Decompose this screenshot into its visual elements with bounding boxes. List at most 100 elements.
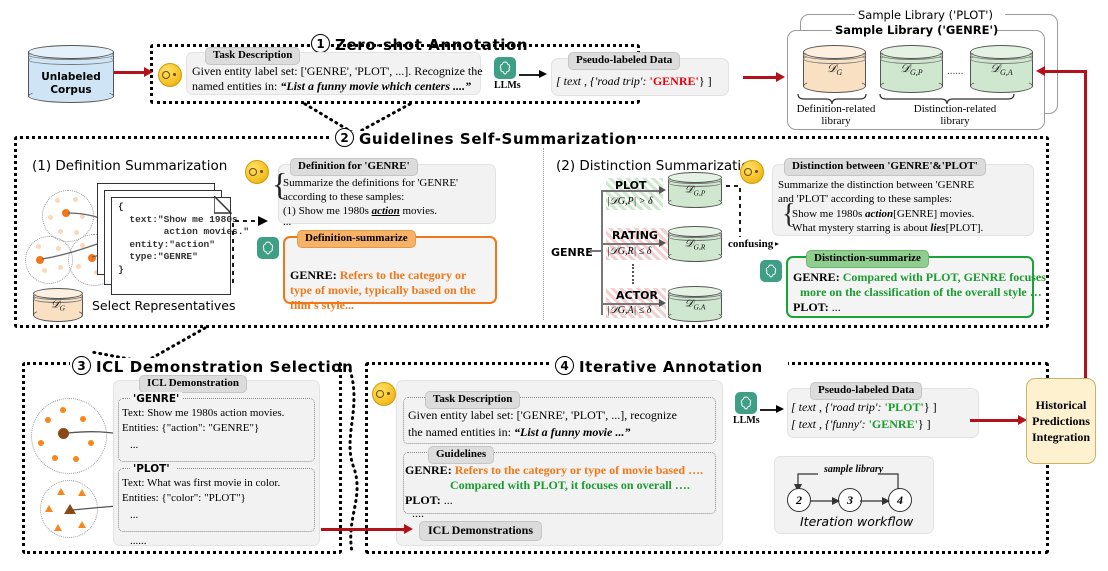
- step4-pseudo-row1: [ text , {'road trip': 'PLOT'} ]: [791, 400, 937, 415]
- llm-label-step1: LLMs: [494, 80, 521, 91]
- branch-vertical-dots: [632, 264, 637, 284]
- cyl-dg2-sub: G: [59, 303, 66, 313]
- branch-actor-name: ACTOR: [616, 289, 658, 302]
- cyl-dgp-sub: G,P: [909, 68, 923, 78]
- definition-prompt-l1: Summarize the definitions for 'GENRE': [283, 177, 459, 189]
- dist-l3-a: Show me 1980s: [792, 208, 866, 220]
- distsum-plot-label: PLOT: [793, 300, 825, 314]
- step4-row2-prefix: [ text , {'funny':: [791, 417, 869, 431]
- dist-l4-b: lies: [930, 222, 946, 234]
- branch-rating-name: RATING: [612, 229, 658, 242]
- step1-pseudo-label: 'GENRE': [649, 74, 699, 88]
- step4-guidelines-tag: Guidelines: [428, 446, 495, 464]
- step4-row2-suffix: } ]: [917, 417, 931, 431]
- icl-plot-tri-5: [78, 521, 86, 528]
- icl-plot-tri-4: [54, 524, 62, 531]
- icl-genre-dot-2: [45, 417, 51, 423]
- definition-summarize-tag: Definition-summarize: [297, 230, 416, 248]
- llm-icon-step1: [494, 57, 516, 79]
- library-feedback-line-h: [1045, 70, 1087, 73]
- def-l3-a: (1) Show me 1980s: [283, 205, 372, 217]
- corpus-line2: Corpus: [50, 84, 92, 96]
- corpus-to-step1-arrow-line: [114, 71, 146, 74]
- step4-guide-label: GENRE: [405, 463, 448, 477]
- icl-card-genre-text: Text: Show me 1980s action movies.: [122, 407, 285, 419]
- step1-task-line2-quote: “List a funny movie which centers ....”: [280, 79, 471, 93]
- distinction-summarize-l3: PLOT: ...: [793, 300, 841, 314]
- step4-number: 4: [555, 356, 574, 375]
- step4-guidelines-more: ....: [412, 506, 424, 520]
- icl-card-plot-entities: Entities: {"color": "PLOT"}: [122, 492, 246, 504]
- library-def-caption: Definition-related library: [793, 103, 879, 127]
- icl-card-genre-more: ...: [130, 439, 139, 451]
- iteration-workflow-title: Iteration workflow: [800, 514, 914, 529]
- workflow-node-arrows: [810, 497, 890, 505]
- cyl-dgp-script: 𝒟: [900, 60, 910, 75]
- step1-task-line1: Given entity label set: ['GENRE', 'PLOT'…: [192, 64, 483, 78]
- step2-number: 2: [335, 128, 354, 147]
- step1-pseudo-tag: Pseudo-labeled Data: [568, 52, 681, 70]
- cylinder-dgp-label: 𝒟G,P: [880, 61, 943, 77]
- definition-prompt-l3: (1) Show me 1980s action movies.: [283, 204, 437, 218]
- step4-llm-arrowhead: [776, 405, 784, 413]
- step4-icl-demos-tag: ICL Demonstrations: [419, 521, 543, 541]
- dist-l3-b: action: [865, 208, 894, 220]
- sample-library-genre-title: Sample Library ('GENRE'): [835, 23, 999, 37]
- cyl-dg2-script: 𝒟: [50, 297, 60, 311]
- cylinder-dg-label: 𝒟G: [803, 61, 866, 77]
- definition-prompt-brace: {: [272, 166, 288, 202]
- step1-task-line2: named entities in: “List a funny movie w…: [192, 79, 471, 94]
- step4-thinking-face-icon: [372, 382, 396, 406]
- definition-prompt-tag-text: Definition for 'GENRE': [298, 160, 410, 172]
- dist-l4-a: What mystery starring is about: [792, 222, 931, 234]
- sample-library-plot-title: Sample Library ('PLOT'): [858, 8, 993, 22]
- cyl-dgr2-sub: G,R: [693, 242, 706, 252]
- branch-actor-arrowhead: [659, 299, 666, 307]
- cylinder-dg: 𝒟G: [803, 45, 866, 93]
- step2-sub1-title: (1) Definition Summarization: [32, 158, 228, 174]
- distinction-summarize-tag: Distinction-summarize: [806, 250, 929, 268]
- llm-icon-step4: [735, 392, 757, 414]
- step1-number: 1: [311, 34, 330, 53]
- distinction-prompt-tag: Distinction between 'GENRE'&'PLOT': [784, 158, 986, 176]
- confusing-label: confusing: [726, 237, 776, 252]
- select-representatives-label: Select Representatives: [92, 298, 236, 313]
- cylinder-dgp: 𝒟G,P: [880, 45, 943, 93]
- cyl-dgp2-sub: G,P: [693, 188, 706, 198]
- step1-pseudo-prefix: [ text , {'road trip':: [556, 74, 650, 88]
- definition-prompt-l4: ...: [283, 216, 292, 228]
- step4-to-hpi-line: [970, 419, 1022, 422]
- llm-icon-definition: [257, 237, 279, 259]
- branch-rating-arrowhead: [659, 239, 666, 247]
- defsum-label: GENRE: [290, 268, 333, 282]
- definition-prompt-tag: Definition for 'GENRE': [290, 158, 418, 176]
- llm-icon-distinction: [760, 260, 782, 282]
- branch-root-label: GENRE: [551, 246, 593, 259]
- step4-guide-plot: PLOT: [405, 493, 437, 507]
- distinction-prompt-l4: What mystery starring is about lies[PLOT…: [792, 221, 983, 235]
- step4-pseudo-row2: [ text , {'funny': 'GENRE'} ]: [791, 417, 931, 432]
- distinction-summarize-l1: GENRE: Compared with PLOT, GENRE focuses: [793, 270, 1046, 284]
- icl-genre-dot-4: [38, 440, 44, 446]
- branch-trunk-v: [601, 190, 603, 315]
- step3-to-icl-demos-arrowhead: [404, 524, 413, 534]
- icl-card-genre-label: 'GENRE': [133, 393, 180, 405]
- step4-title: Iterative Annotation: [579, 358, 763, 376]
- cyl-dg-sub: G: [836, 68, 843, 78]
- icl-card-plot-text: Text: What was first movie in color.: [122, 477, 281, 489]
- step1-pseudo-suffix: } ]: [698, 74, 712, 88]
- cylinder-dg-step2: 𝒟G: [33, 288, 83, 322]
- step4-row1-prefix: [ text , {'road trip':: [791, 400, 885, 414]
- library-ellipsis: ......: [947, 65, 964, 77]
- icl-tail-ellipsis: ......: [130, 535, 147, 547]
- icl-genre-dot-1: [60, 407, 66, 413]
- icl-card-genre-entities: Entities: {"action": "GENRE"}: [122, 422, 260, 434]
- cyl-dga2-sub: G,A: [693, 302, 706, 312]
- distsum-l3: ...: [831, 300, 841, 314]
- step1-to-library-arrowhead: [776, 72, 785, 82]
- distinction-prompt-l3: Show me 1980s action[GENRE] movies.: [792, 207, 974, 221]
- library-feedback-arrowhead: [1036, 66, 1045, 76]
- branch-plot-arrowhead: [659, 186, 666, 194]
- cylinder-dga-label: 𝒟G,A: [970, 61, 1033, 77]
- historical-predictions-integration-box: Historical Predictions Integration: [1026, 378, 1096, 464]
